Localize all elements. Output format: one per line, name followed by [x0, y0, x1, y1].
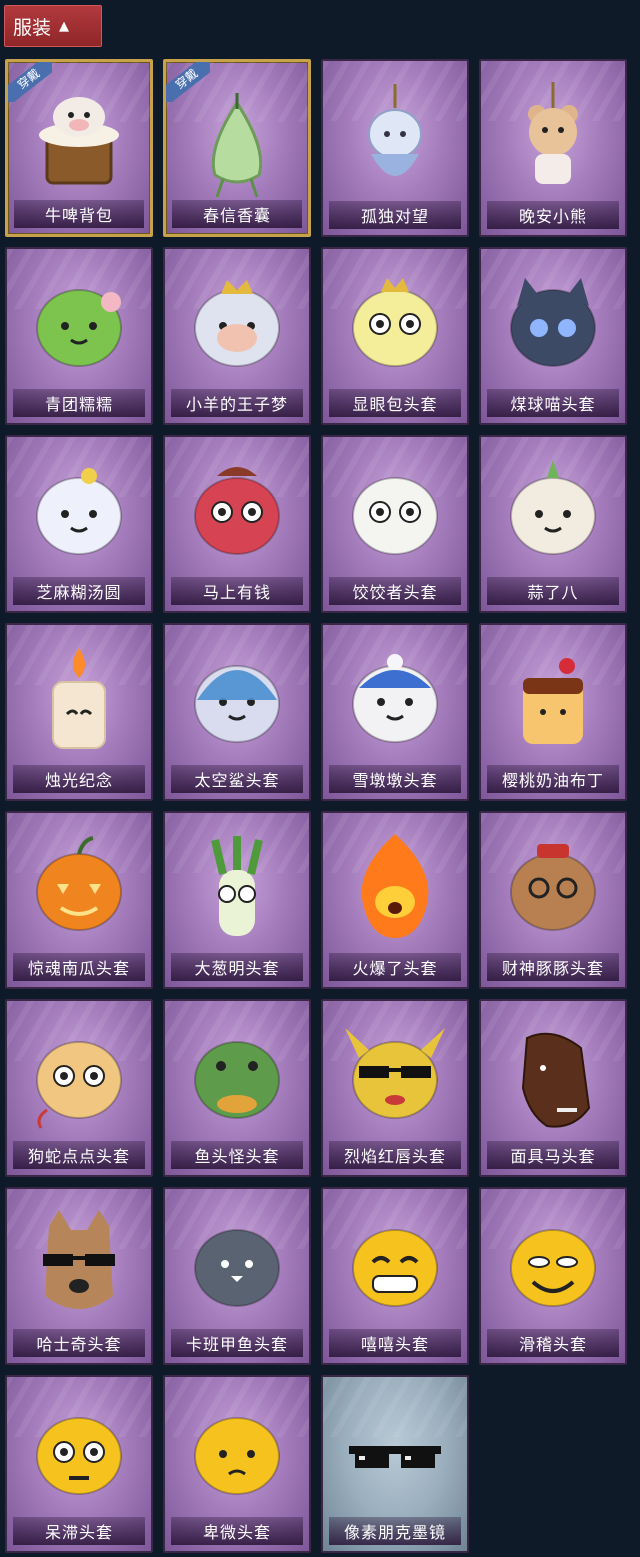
costume-item-card[interactable]: 哈士奇头套	[5, 1187, 153, 1365]
costume-item-label: 面具马头套	[487, 1141, 619, 1169]
costume-item-label: 马上有钱	[171, 577, 303, 605]
costume-item-card[interactable]: 樱桃奶油布丁	[479, 623, 627, 801]
costume-item-card[interactable]: 烛光纪念	[5, 623, 153, 801]
costume-item-label: 青团糯糯	[13, 389, 145, 417]
equipped-badge-label: 穿戴	[8, 62, 52, 102]
costume-item-card[interactable]: 孤独对望	[321, 59, 469, 237]
costume-item-label: 太空鲨头套	[171, 765, 303, 793]
costume-item-card[interactable]: 煤球喵头套	[479, 247, 627, 425]
costume-item-label: 雪墩墩头套	[329, 765, 461, 793]
costume-item-card[interactable]: 小羊的王子梦	[163, 247, 311, 425]
costume-item-card[interactable]: 滑稽头套	[479, 1187, 627, 1365]
costume-item-label: 蒜了八	[487, 577, 619, 605]
pixel-sunglasses-icon	[323, 1395, 467, 1513]
costume-item-label: 财神豚豚头套	[487, 953, 619, 981]
rice-ball-flower-icon	[7, 455, 151, 573]
costume-item-card[interactable]: 呆滞头套	[5, 1375, 153, 1553]
costume-item-label: 呆滞头套	[13, 1517, 145, 1545]
equipped-badge: 穿戴	[8, 62, 52, 102]
dog-snake-icon	[7, 1019, 151, 1137]
costume-item-label: 鱼头怪头套	[171, 1141, 303, 1169]
costume-item-card[interactable]: 卑微头套	[163, 1375, 311, 1553]
costume-item-card[interactable]: 显眼包头套	[321, 247, 469, 425]
dumpling-head-icon	[323, 455, 467, 573]
costume-item-label: 惊魂南瓜头套	[13, 953, 145, 981]
costume-item-label: 小羊的王子梦	[171, 389, 303, 417]
girl-keychain-icon	[323, 79, 467, 197]
costume-item-card[interactable]: 饺饺者头套	[321, 435, 469, 613]
lightbulb-crown-icon	[323, 267, 467, 385]
costume-item-label: 樱桃奶油布丁	[487, 765, 619, 793]
fish-head-icon	[165, 1019, 309, 1137]
costume-item-card[interactable]: 惊魂南瓜头套	[5, 811, 153, 989]
costume-item-label: 卡班甲鱼头套	[171, 1329, 303, 1357]
costume-item-card[interactable]: 芝麻糊汤圆	[5, 435, 153, 613]
costume-item-card[interactable]: 蒜了八	[479, 435, 627, 613]
costume-item-label: 大葱明头套	[171, 953, 303, 981]
costume-item-card[interactable]: 雪墩墩头套	[321, 623, 469, 801]
fire-spirit-icon	[323, 831, 467, 949]
costume-item-card[interactable]: 鱼头怪头套	[163, 999, 311, 1177]
costume-item-card[interactable]: 马上有钱	[163, 435, 311, 613]
costume-item-label: 饺饺者头套	[329, 577, 461, 605]
costume-item-label: 显眼包头套	[329, 389, 461, 417]
funny-emoji-icon	[481, 1207, 625, 1325]
costume-item-card[interactable]: 晚安小熊	[479, 59, 627, 237]
cherry-pudding-icon	[481, 643, 625, 761]
black-cat-icon	[481, 267, 625, 385]
equipped-badge: 穿戴	[166, 62, 210, 102]
humble-emoji-icon	[165, 1395, 309, 1513]
section-title: 服装	[13, 16, 52, 39]
garlic-icon	[481, 455, 625, 573]
pumpkin-icon	[7, 831, 151, 949]
costume-item-label: 火爆了头套	[329, 953, 461, 981]
green-onion-icon	[165, 831, 309, 949]
costume-item-label: 晚安小熊	[487, 201, 619, 229]
costume-item-card[interactable]: 卡班甲鱼头套	[163, 1187, 311, 1365]
costume-item-label: 煤球喵头套	[487, 389, 619, 417]
costume-item-card[interactable]: 像素朋克墨镜	[321, 1375, 469, 1553]
fish-ball-icon	[165, 1207, 309, 1325]
costume-item-label: 狗蛇点点头套	[13, 1141, 145, 1169]
costume-item-card[interactable]: 穿戴 牛啤背包	[5, 59, 153, 237]
equipped-badge-label: 穿戴	[166, 62, 210, 102]
yellow-mascot-sunglasses-icon	[323, 1019, 467, 1137]
chevron-up-icon: ▲	[59, 18, 70, 34]
stunned-emoji-icon	[7, 1395, 151, 1513]
husky-sunglasses-icon	[7, 1207, 151, 1325]
costume-section-toggle[interactable]: 服装 ▲	[4, 5, 102, 47]
costume-item-label: 滑稽头套	[487, 1329, 619, 1357]
teddy-bear-keychain-icon	[481, 79, 625, 197]
costume-item-label: 孤独对望	[329, 201, 461, 229]
costume-item-card[interactable]: 狗蛇点点头套	[5, 999, 153, 1177]
sheep-crown-icon	[165, 267, 309, 385]
costume-item-label: 芝麻糊汤圆	[13, 577, 145, 605]
costume-item-label: 烈焰红唇头套	[329, 1141, 461, 1169]
costume-item-card[interactable]: 火爆了头套	[321, 811, 469, 989]
green-dumpling-icon	[7, 267, 151, 385]
costume-item-label: 牛啤背包	[14, 200, 144, 228]
candle-icon	[7, 643, 151, 761]
costume-item-card[interactable]: 嘻嘻头套	[321, 1187, 469, 1365]
costume-item-card[interactable]: 财神豚豚头套	[479, 811, 627, 989]
costume-item-card[interactable]: 烈焰红唇头套	[321, 999, 469, 1177]
costume-item-label: 卑微头套	[171, 1517, 303, 1545]
grin-emoji-icon	[323, 1207, 467, 1325]
costume-item-card[interactable]: 太空鲨头套	[163, 623, 311, 801]
costume-item-card[interactable]: 大葱明头套	[163, 811, 311, 989]
costume-item-card[interactable]: 穿戴 春信香囊	[163, 59, 311, 237]
snowman-reindeer-icon	[323, 643, 467, 761]
costume-item-label: 哈士奇头套	[13, 1329, 145, 1357]
horse-mask-icon	[481, 1019, 625, 1137]
capybara-fortune-icon	[481, 831, 625, 949]
costume-item-card[interactable]: 青团糯糯	[5, 247, 153, 425]
costume-item-label: 烛光纪念	[13, 765, 145, 793]
costume-item-label: 像素朋克墨镜	[329, 1517, 461, 1545]
costume-item-card[interactable]: 面具马头套	[479, 999, 627, 1177]
red-horse-icon	[165, 455, 309, 573]
space-shark-icon	[165, 643, 309, 761]
costume-item-label: 春信香囊	[172, 200, 302, 228]
costume-item-label: 嘻嘻头套	[329, 1329, 461, 1357]
